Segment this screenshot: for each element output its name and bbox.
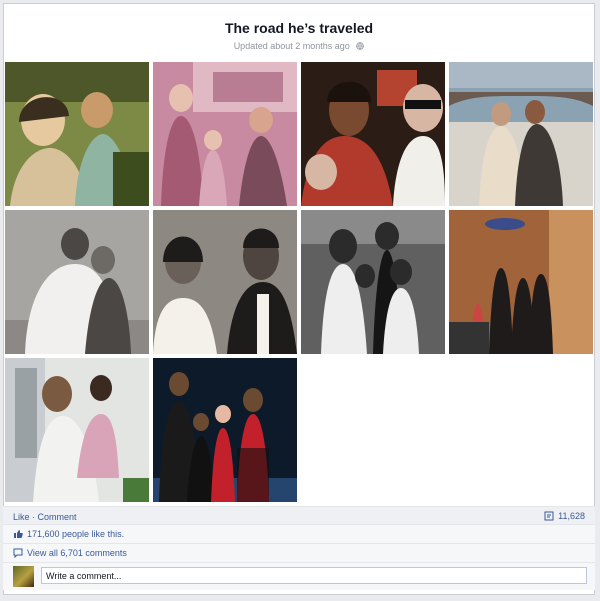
- comment-input[interactable]: [41, 567, 587, 584]
- photo-1[interactable]: [5, 62, 149, 206]
- action-bar: Like · Comment 11,628: [3, 506, 595, 526]
- album-updated: Updated about 2 months ago: [4, 41, 594, 51]
- comment-icon: [13, 548, 23, 558]
- share-count-value: 11,628: [558, 511, 585, 521]
- album-updated-text: Updated about 2 months ago: [233, 41, 350, 51]
- avatar: [13, 566, 34, 587]
- like-link[interactable]: Like: [13, 512, 30, 522]
- likes-text[interactable]: 171,600 people like this.: [27, 529, 124, 539]
- photo-7[interactable]: [301, 210, 445, 354]
- photo-4[interactable]: [449, 62, 593, 206]
- photo-8[interactable]: [449, 210, 593, 354]
- thumbs-up-icon: [14, 530, 23, 538]
- share-icon: [544, 511, 554, 521]
- composer-row: [3, 562, 595, 590]
- photo-9[interactable]: [5, 358, 149, 502]
- photo-10[interactable]: [153, 358, 297, 502]
- comments-row: View all 6,701 comments: [3, 543, 595, 562]
- photo-2[interactable]: [153, 62, 297, 206]
- globe-icon: [356, 42, 365, 50]
- photo-6[interactable]: [153, 210, 297, 354]
- action-separator: ·: [29, 512, 38, 522]
- view-all-comments[interactable]: View all 6,701 comments: [27, 548, 127, 558]
- album-title: The road he’s traveled: [224, 20, 374, 36]
- comment-link[interactable]: Comment: [38, 512, 77, 522]
- photo-5[interactable]: [5, 210, 149, 354]
- photo-3[interactable]: [301, 62, 445, 206]
- share-count[interactable]: 11,628: [544, 511, 585, 521]
- likes-row: 171,600 people like this.: [3, 524, 595, 543]
